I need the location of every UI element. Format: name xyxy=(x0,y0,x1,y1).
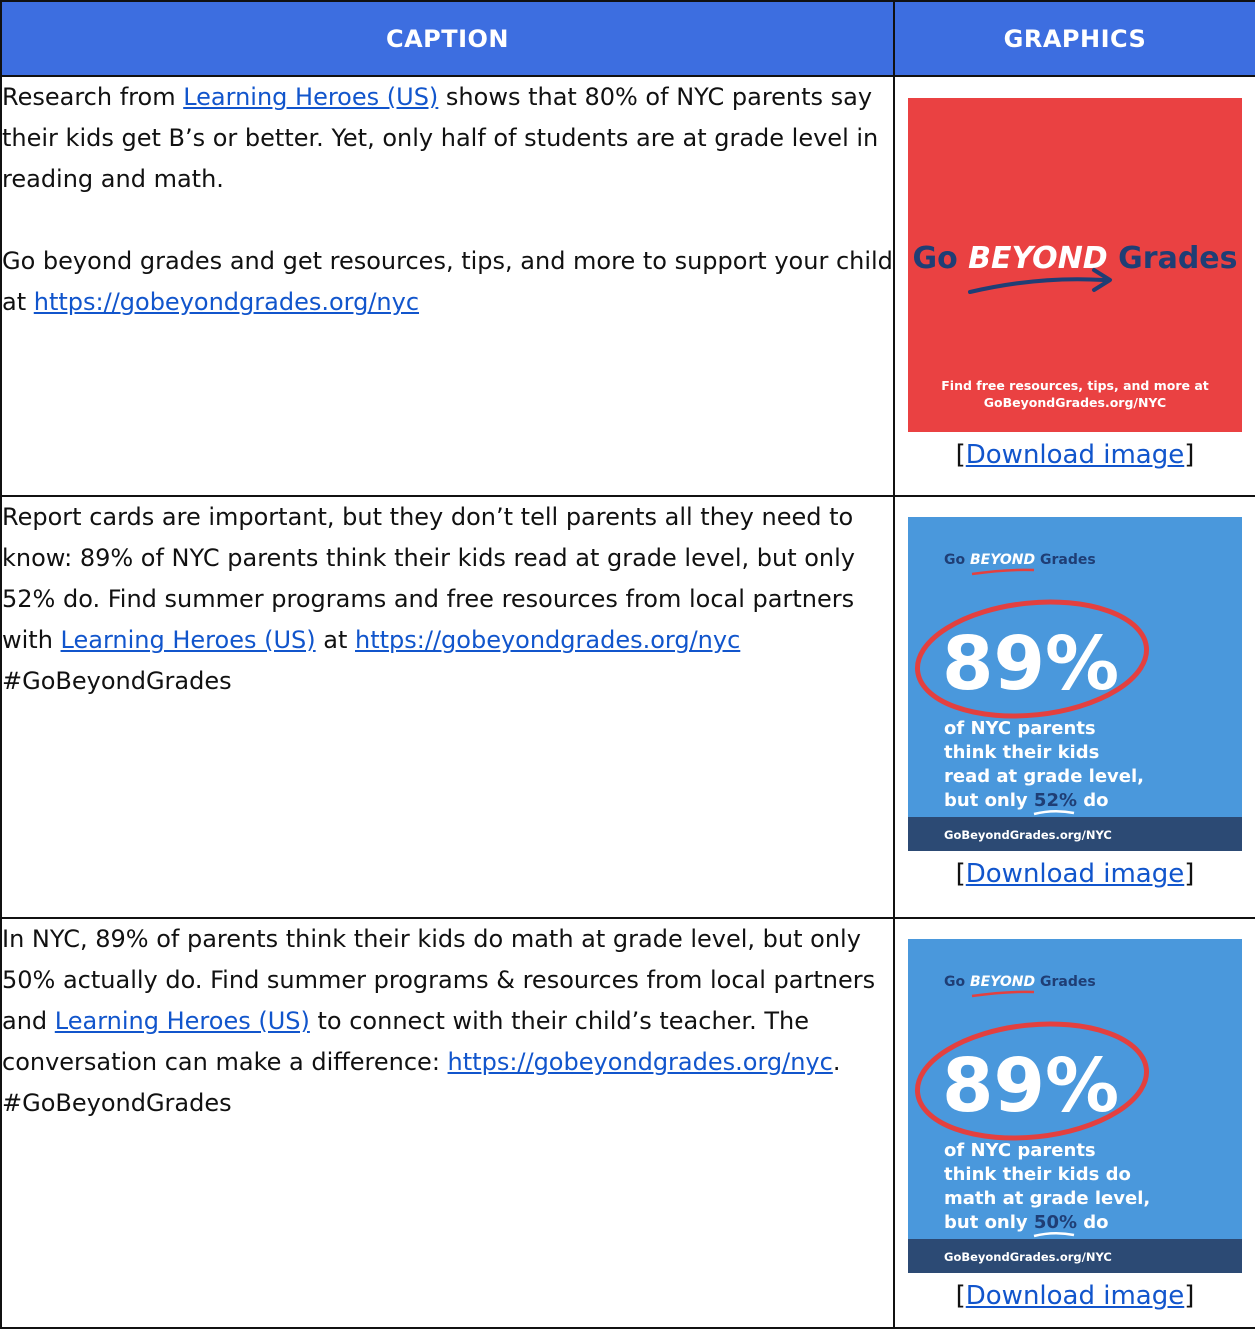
learning-heroes-link[interactable]: Learning Heroes (US) xyxy=(183,83,438,111)
brand-grades: Grades xyxy=(1118,241,1237,276)
stat-line-1: of NYC parents xyxy=(944,1140,1096,1161)
brand-wordmark: Go BEYOND Grades xyxy=(944,974,1096,990)
bracket-close: ] xyxy=(1184,859,1195,889)
stat-line-2: think their kids do xyxy=(944,1164,1131,1185)
stat-line-3: math at grade level, xyxy=(944,1188,1150,1209)
gobeyondgrades-link[interactable]: https://gobeyondgrades.org/nyc xyxy=(34,288,419,316)
caption-text: #GoBeyondGrades xyxy=(2,667,232,695)
caption-text: at xyxy=(315,626,356,654)
download-link-line: [Download image] xyxy=(895,857,1255,891)
table-row: Research from Learning Heroes (US) shows… xyxy=(0,75,1255,497)
brand-go: Go xyxy=(912,241,957,276)
brand-beyond: BEYOND xyxy=(970,974,1035,990)
big-stat: 89% xyxy=(942,1043,1119,1129)
big-stat: 89% xyxy=(942,621,1119,707)
brand-grades: Grades xyxy=(1040,552,1096,568)
stat-line-4-a: but only xyxy=(944,1212,1034,1233)
stat-line-4-value: 52% xyxy=(1034,790,1077,811)
gobeyondgrades-link[interactable]: https://gobeyondgrades.org/nyc xyxy=(448,1048,833,1076)
table-row: Report cards are important, but they don… xyxy=(0,495,1255,919)
stat-line-4-a: but only xyxy=(944,790,1034,811)
table-header-row: CAPTION GRAPHICS xyxy=(0,0,1255,77)
footer-line-1: Find free resources, tips, and more at xyxy=(941,378,1209,393)
brand-wordmark: Go BEYOND Grades xyxy=(944,552,1096,568)
download-image-link[interactable]: Download image xyxy=(966,859,1185,889)
stat-line-4: but only 52% do xyxy=(944,790,1109,811)
graphic-footer-url: GoBeyondGrades.org/NYC xyxy=(944,1250,1112,1264)
brand-beyond: BEYOND xyxy=(968,241,1108,276)
download-link-line: [Download image] xyxy=(895,438,1255,472)
graphics-column-header: GRAPHICS xyxy=(893,0,1255,77)
caption-cell: Report cards are important, but they don… xyxy=(0,495,895,919)
stat-line-4-b: do xyxy=(1083,790,1108,811)
caption-text: Research from xyxy=(2,83,184,111)
stat-line-4-value: 50% xyxy=(1034,1212,1077,1233)
math-stat-graphic: Go BEYOND Grades 89% of NYC parents thin… xyxy=(908,939,1242,1273)
stat-line-4-b: do xyxy=(1083,1212,1108,1233)
social-media-table: CAPTION GRAPHICS Research from Learning … xyxy=(0,0,1255,1329)
caption-paragraph: Research from Learning Heroes (US) shows… xyxy=(2,77,893,200)
graphic-cell: Go BEYOND Grades Find free resources, ti… xyxy=(893,75,1255,497)
reading-stat-graphic: Go BEYOND Grades 89% of NYC parents thin… xyxy=(908,517,1242,851)
brand-go: Go xyxy=(944,974,965,990)
caption-paragraph: Go beyond grades and get resources, tips… xyxy=(2,241,893,323)
download-image-link[interactable]: Download image xyxy=(966,1281,1185,1311)
table-row: In NYC, 89% of parents think their kids … xyxy=(0,917,1255,1329)
brand-go: Go xyxy=(944,552,965,568)
brand-wordmark: Go BEYOND Grades xyxy=(912,241,1237,276)
brand-beyond: BEYOND xyxy=(970,552,1035,568)
bracket-open: [ xyxy=(955,440,966,470)
footer-line-2: GoBeyondGrades.org/NYC xyxy=(984,395,1166,410)
caption-cell: Research from Learning Heroes (US) shows… xyxy=(0,75,895,497)
gobeyondgrades-link[interactable]: https://gobeyondgrades.org/nyc xyxy=(355,626,740,654)
graphic-cell: Go BEYOND Grades 89% of NYC parents thin… xyxy=(893,917,1255,1329)
bracket-open: [ xyxy=(955,859,966,889)
graphic-footer-url: GoBeyondGrades.org/NYC xyxy=(944,828,1112,842)
go-beyond-grades-red-graphic: Go BEYOND Grades Find free resources, ti… xyxy=(908,98,1242,432)
stat-line-3: read at grade level, xyxy=(944,766,1144,787)
graphic-cell: Go BEYOND Grades 89% of NYC parents thin… xyxy=(893,495,1255,919)
caption-paragraph: In NYC, 89% of parents think their kids … xyxy=(2,919,893,1124)
stat-line-2: think their kids xyxy=(944,742,1099,763)
bracket-open: [ xyxy=(955,1281,966,1311)
bracket-close: ] xyxy=(1184,440,1195,470)
download-image-link[interactable]: Download image xyxy=(966,440,1185,470)
bracket-close: ] xyxy=(1184,1281,1195,1311)
caption-column-header: CAPTION xyxy=(0,0,895,77)
caption-paragraph: Report cards are important, but they don… xyxy=(2,497,893,702)
stat-line-1: of NYC parents xyxy=(944,718,1096,739)
caption-cell: In NYC, 89% of parents think their kids … xyxy=(0,917,895,1329)
brand-grades: Grades xyxy=(1040,974,1096,990)
learning-heroes-link[interactable]: Learning Heroes (US) xyxy=(61,626,316,654)
learning-heroes-link[interactable]: Learning Heroes (US) xyxy=(55,1007,310,1035)
download-link-line: [Download image] xyxy=(895,1279,1255,1313)
stat-line-4: but only 50% do xyxy=(944,1212,1109,1233)
